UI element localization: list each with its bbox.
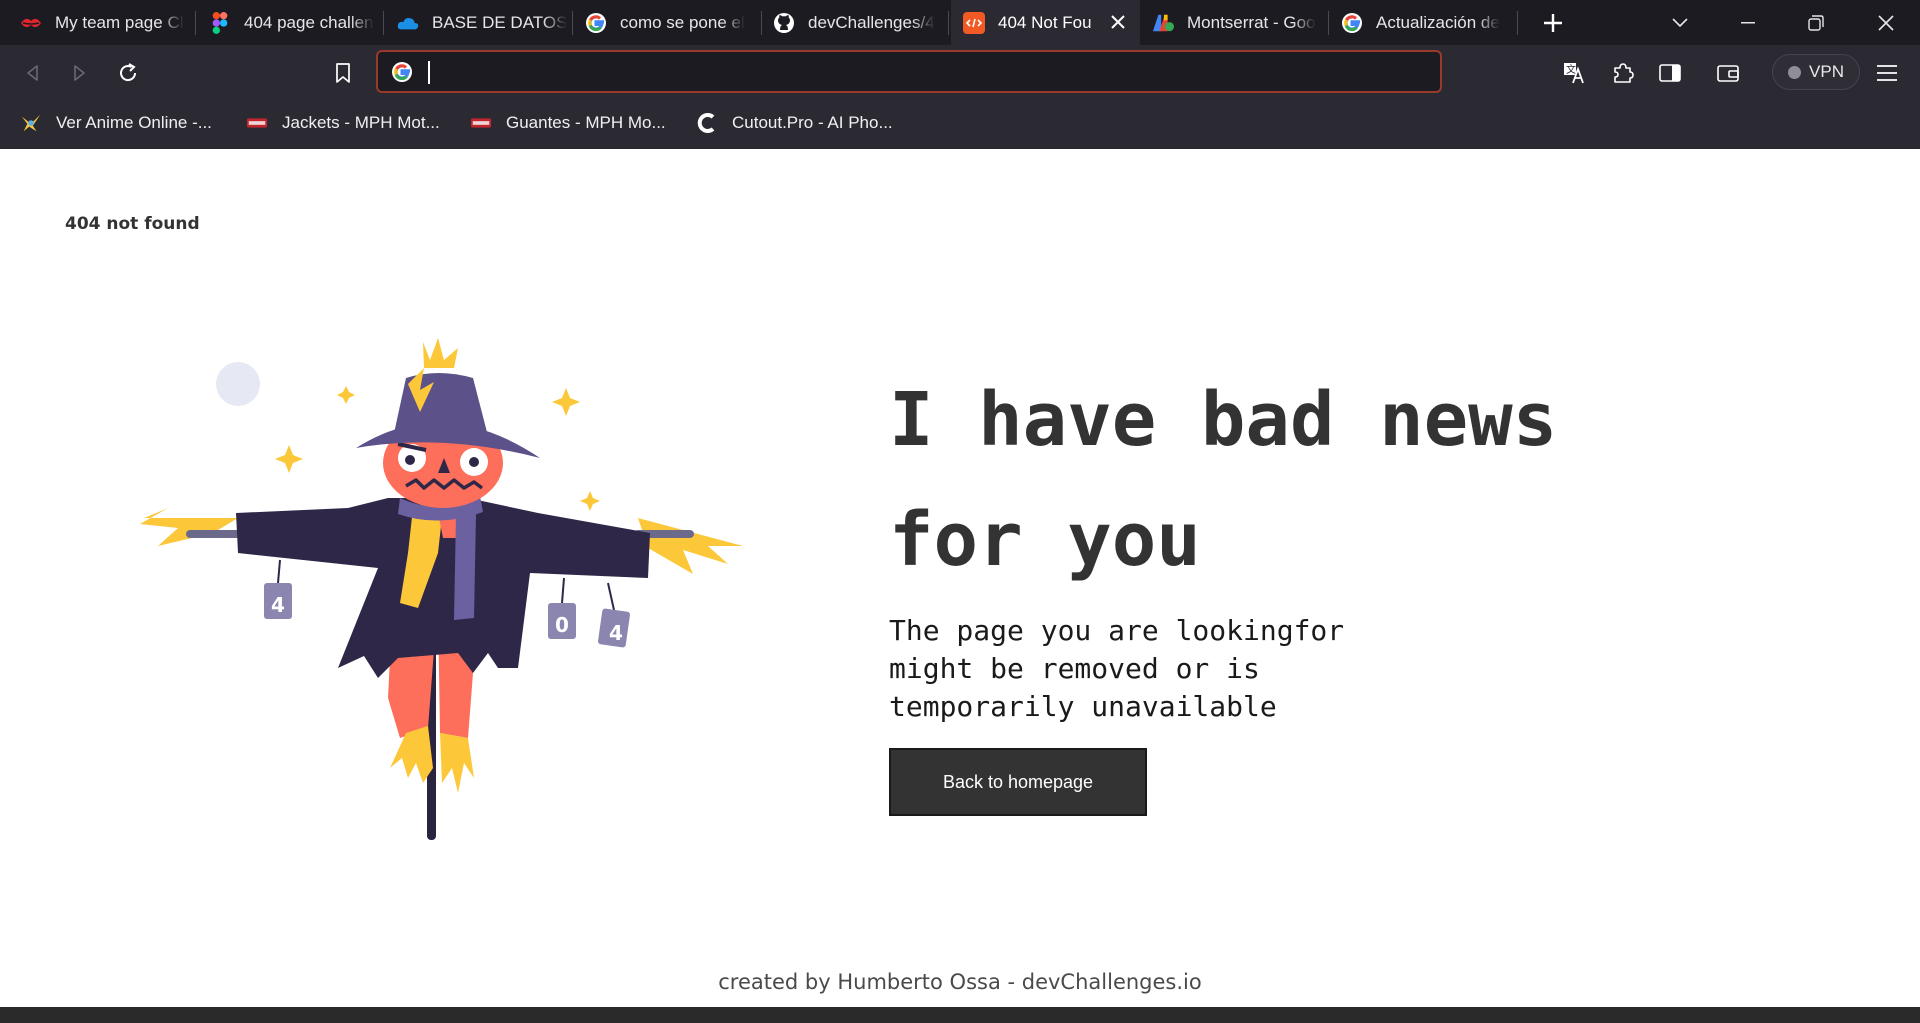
bookmarks-bar: Ver Anime Online -... Jackets - MPH Mot.… — [0, 99, 1920, 149]
back-to-homepage-button[interactable]: Back to homepage — [889, 748, 1147, 816]
tab-list-chevron-icon[interactable] — [1662, 0, 1698, 45]
reload-icon[interactable] — [113, 58, 143, 88]
browser-tab[interactable]: Montserrat - Goo — [1152, 0, 1329, 45]
sidebar-toggle-icon[interactable] — [1655, 58, 1685, 88]
bookmark-label: Ver Anime Online -... — [56, 113, 212, 132]
google-icon — [1341, 12, 1363, 34]
restore-icon[interactable] — [1798, 0, 1834, 45]
extensions-puzzle-icon[interactable] — [1608, 58, 1638, 88]
site-logo-text[interactable]: 404 not found — [65, 214, 200, 234]
menu-hamburger-icon[interactable] — [1872, 58, 1902, 88]
page-description: The page you are lookingfor might be rem… — [889, 614, 1345, 723]
vpn-button[interactable]: VPN — [1772, 54, 1860, 90]
fonts-icon — [1152, 12, 1174, 34]
minimize-icon[interactable] — [1730, 0, 1766, 45]
footer-credit: created by Humberto Ossa - devChallenges… — [718, 970, 1202, 994]
bookmark-label: Jackets - MPH Mot... — [282, 113, 440, 132]
can-label: 0 — [555, 613, 569, 637]
onedrive-icon — [397, 12, 419, 34]
taskbar-edge — [0, 1007, 1920, 1023]
scarecrow-illustration: 4 0 4 — [138, 338, 748, 848]
browser-tab[interactable]: 404 page challen — [209, 0, 384, 45]
scarecrow-svg: 4 0 4 — [140, 338, 743, 840]
svg-text:文: 文 — [1566, 63, 1576, 76]
mph-icon — [470, 112, 492, 134]
navigation-bar: 文 VPN — [0, 45, 1920, 99]
can-label: 4 — [609, 621, 623, 645]
codepen-icon — [963, 11, 985, 34]
google-icon — [585, 12, 607, 34]
bookmark-item[interactable]: Cutout.Pro - AI Pho... — [696, 108, 893, 138]
vpn-status-icon — [1788, 65, 1802, 79]
address-input[interactable] — [428, 58, 1428, 86]
browser-tab[interactable]: BASE DE DATOS — [397, 0, 573, 45]
forward-arrow-icon[interactable] — [64, 58, 94, 88]
tab-title: 404 page challen — [244, 12, 374, 32]
mph-icon — [246, 112, 268, 134]
browser-tab[interactable]: devChallenges/4 — [773, 0, 949, 45]
browser-tab[interactable]: My team page Cl — [20, 0, 196, 45]
translate-icon[interactable]: 文 — [1560, 58, 1590, 88]
github-icon — [773, 12, 795, 34]
close-window-icon[interactable] — [1868, 0, 1904, 45]
browser-tab[interactable]: como se pone el — [585, 0, 762, 45]
tab-title: como se pone el — [620, 12, 745, 32]
tab-title: My team page Cl — [55, 12, 184, 32]
close-tab-icon[interactable] — [1104, 8, 1132, 36]
back-arrow-icon[interactable] — [18, 58, 48, 88]
tab-title: Montserrat - Goo — [1187, 12, 1316, 32]
address-bar[interactable] — [376, 50, 1442, 93]
browser-tab[interactable]: Actualización de — [1341, 0, 1518, 45]
anime-icon — [20, 112, 42, 134]
tab-title: 404 Not Fou — [998, 12, 1092, 32]
lips-icon — [20, 12, 42, 34]
bookmark-item[interactable]: Guantes - MPH Mo... — [470, 108, 666, 138]
browser-tab-active[interactable]: 404 Not Fou — [951, 0, 1140, 45]
bookmark-label: Guantes - MPH Mo... — [506, 113, 666, 132]
new-tab-icon[interactable] — [1536, 0, 1570, 45]
tab-title: BASE DE DATOS — [432, 12, 568, 32]
tab-title: devChallenges/4 — [808, 12, 935, 32]
vpn-label: VPN — [1809, 62, 1844, 81]
bookmark-item[interactable]: Jackets - MPH Mot... — [246, 108, 440, 138]
bookmark-icon[interactable] — [328, 58, 358, 88]
bookmark-label: Cutout.Pro - AI Pho... — [732, 113, 893, 132]
wallet-icon[interactable] — [1713, 58, 1743, 88]
tab-title: Actualización de — [1376, 12, 1500, 32]
page-headline: I have bad news for you — [889, 377, 1558, 583]
figma-icon — [209, 11, 231, 34]
tab-strip: My team page Cl 404 page challen BASE DE… — [0, 0, 1920, 45]
bookmark-item[interactable]: Ver Anime Online -... — [20, 108, 212, 138]
google-icon — [391, 61, 413, 83]
text-caret — [428, 61, 430, 84]
can-label: 4 — [271, 593, 285, 617]
cutout-icon — [696, 112, 718, 134]
